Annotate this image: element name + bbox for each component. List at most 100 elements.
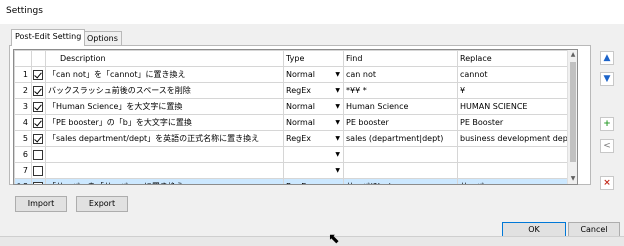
chevron-down-icon[interactable]: ▼ xyxy=(335,151,340,158)
header-row: Description Type Find Replace xyxy=(14,50,577,67)
chevron-down-icon[interactable]: ▼ xyxy=(335,135,340,142)
enabled-cell xyxy=(31,178,46,184)
chevron-down-icon[interactable]: ▼ xyxy=(335,103,340,110)
enabled-checkbox[interactable] xyxy=(33,165,43,176)
table-row[interactable]: 1 「can not」を「cannot」に置き換え Normal ▼ can not ca… xyxy=(14,66,577,83)
enabled-cell xyxy=(31,162,46,179)
enabled-checkbox[interactable] xyxy=(33,117,43,128)
replace-cell[interactable]: cannot xyxy=(457,66,577,83)
row-number-label: 4 xyxy=(22,118,28,127)
header-check xyxy=(31,50,46,67)
export-button[interactable]: Export xyxy=(76,196,128,212)
description-cell[interactable]: 「can not」を「cannot」に置き換え xyxy=(45,66,284,83)
chevron-down-icon[interactable]: ▼ xyxy=(335,183,340,184)
type-value: Normal xyxy=(286,102,315,111)
row-number-label: 1 xyxy=(22,70,28,79)
bottom-strip xyxy=(0,236,624,246)
type-dropdown[interactable]: ▼ xyxy=(283,162,344,179)
description-cell[interactable]: 「sales department/dept」を英語の正式名称に置き換え xyxy=(45,130,284,147)
description-cell[interactable] xyxy=(45,162,284,179)
find-cell[interactable]: sales (department|dept) xyxy=(343,130,458,147)
type-dropdown[interactable]: RegEx ▼ xyxy=(283,130,344,147)
description-cell[interactable] xyxy=(45,146,284,163)
description-cell[interactable]: 「サーバ」を「サーバー」に置き換え xyxy=(45,178,284,184)
header-rownum xyxy=(14,50,32,67)
type-dropdown[interactable]: RegEx ▼ xyxy=(283,82,344,99)
row-number: 1 xyxy=(14,66,32,83)
plus-icon: + xyxy=(603,119,611,129)
type-dropdown[interactable]: Normal ▼ xyxy=(283,66,344,83)
table-row[interactable]: 6 ▼ xyxy=(14,146,577,163)
row-number: 5 xyxy=(14,130,32,147)
scroll-up-icon[interactable]: ▲ xyxy=(568,50,577,60)
rules-grid[interactable]: Description Type Find Replace 1 「can not」… xyxy=(13,49,578,185)
tab-options[interactable]: Options xyxy=(83,31,122,46)
header-type[interactable]: Type xyxy=(283,50,344,67)
type-value: Normal xyxy=(286,118,315,127)
move-down-button[interactable]: ▼ xyxy=(600,72,614,86)
tab-post-edit-setting[interactable]: Post-Edit Setting xyxy=(11,29,86,46)
replace-cell[interactable]: HUMAN SCIENCE xyxy=(457,98,577,115)
grid-scrollbar[interactable]: ▲ ▼ xyxy=(567,50,577,184)
find-cell[interactable]: can not xyxy=(343,66,458,83)
add-rule-button[interactable]: + xyxy=(600,117,614,131)
enabled-cell xyxy=(31,146,46,163)
type-dropdown[interactable]: ▼ xyxy=(283,146,344,163)
type-dropdown[interactable]: Normal ▼ xyxy=(283,98,344,115)
type-value: RegEx xyxy=(286,86,311,95)
enabled-checkbox[interactable] xyxy=(33,133,43,144)
replace-cell[interactable]: business development department xyxy=(457,130,577,147)
enabled-checkbox[interactable] xyxy=(33,69,43,80)
title-bar: Settings xyxy=(0,0,624,24)
replace-cell[interactable] xyxy=(457,162,577,179)
find-cell[interactable]: PE booster xyxy=(343,114,458,131)
row-number-label: 2 xyxy=(22,86,28,95)
header-description[interactable]: Description xyxy=(45,50,284,67)
chevron-left-icon: < xyxy=(603,141,611,151)
find-cell[interactable] xyxy=(343,146,458,163)
enabled-checkbox[interactable] xyxy=(33,149,43,160)
row-number: 3 xyxy=(14,98,32,115)
scroll-thumb[interactable] xyxy=(570,62,576,162)
table-row[interactable]: 3 「Human Science」を大文字に置換 Normal ▼ Human Scie… xyxy=(14,98,577,115)
type-value: RegEx xyxy=(286,182,311,184)
header-replace[interactable]: Replace xyxy=(457,50,577,67)
replace-cell[interactable]: ¥ xyxy=(457,82,577,99)
table-row[interactable]: 5 「sales department/dept」を英語の正式名称に置き換え Reg… xyxy=(14,130,577,147)
row-number-label: 3 xyxy=(22,102,28,111)
replace-cell[interactable] xyxy=(457,146,577,163)
table-row[interactable]: ✎8 「サーバ」を「サーバー」に置き換えRegEx ▼サーバ(?!ー)サーバー xyxy=(14,178,577,184)
type-dropdown[interactable]: Normal ▼ xyxy=(283,114,344,131)
replace-cell[interactable]: PE Booster xyxy=(457,114,577,131)
import-button[interactable]: Import xyxy=(15,196,67,212)
move-up-button[interactable]: ▲ xyxy=(600,51,614,65)
replace-cell[interactable]: サーバー xyxy=(457,178,577,184)
header-find[interactable]: Find xyxy=(343,50,458,67)
row-number-label: 5 xyxy=(22,134,28,143)
table-row[interactable]: 4 「PE booster」の「b」を大文字に置換 Normal ▼ PE booste… xyxy=(14,114,577,131)
description-cell[interactable]: 「Human Science」を大文字に置換 xyxy=(45,98,284,115)
description-cell[interactable]: 「PE booster」の「b」を大文字に置換 xyxy=(45,114,284,131)
collapse-button[interactable]: < xyxy=(600,139,614,153)
find-cell[interactable]: Human Science xyxy=(343,98,458,115)
scroll-down-icon[interactable]: ▼ xyxy=(568,174,577,184)
table-row[interactable]: 7 ▼ xyxy=(14,162,577,179)
chevron-down-icon[interactable]: ▼ xyxy=(335,87,340,94)
chevron-down-icon[interactable]: ▼ xyxy=(335,71,340,78)
rules-table: Description Type Find Replace 1 「can not」… xyxy=(14,50,577,184)
find-cell[interactable] xyxy=(343,162,458,179)
chevron-down-icon[interactable]: ▼ xyxy=(335,119,340,126)
enabled-checkbox[interactable] xyxy=(33,85,43,96)
description-cell[interactable]: バックスラッシュ前後のスペースを削除 xyxy=(45,82,284,99)
find-cell[interactable]: *¥¥ * xyxy=(343,82,458,99)
find-cell[interactable]: サーバ(?!ー) xyxy=(343,178,458,184)
enabled-cell xyxy=(31,114,46,131)
enabled-cell xyxy=(31,98,46,115)
table-row[interactable]: 2 バックスラッシュ前後のスペースを削除 RegEx ▼ *¥¥ * ¥ xyxy=(14,82,577,99)
type-value: RegEx xyxy=(286,134,311,143)
chevron-down-icon[interactable]: ▼ xyxy=(335,167,340,174)
type-dropdown[interactable]: RegEx ▼ xyxy=(283,178,344,184)
enabled-checkbox[interactable] xyxy=(33,101,43,112)
enabled-checkbox[interactable] xyxy=(33,181,43,184)
delete-rule-button[interactable]: × xyxy=(600,176,614,190)
